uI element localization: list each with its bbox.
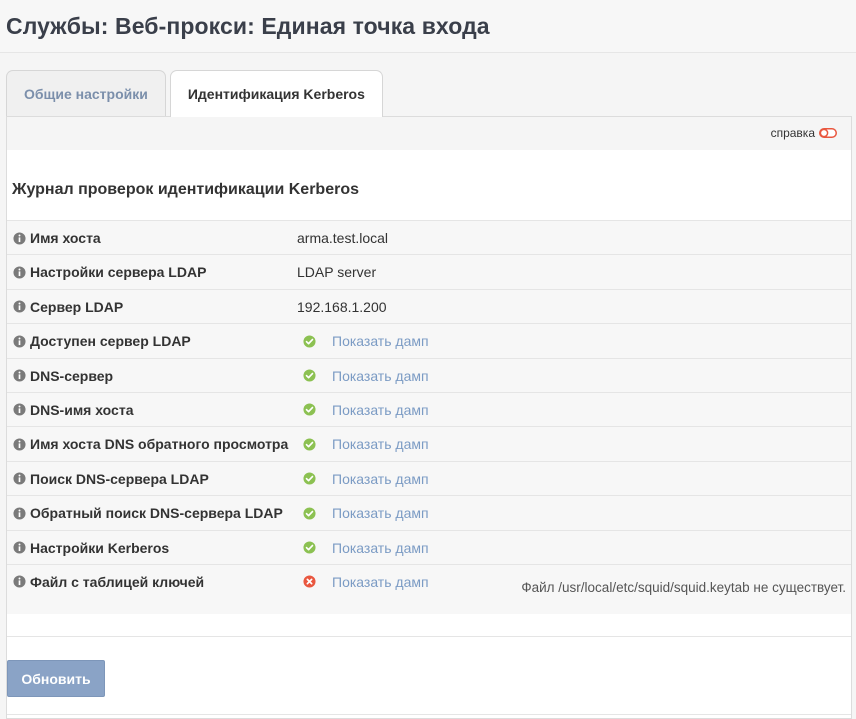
row-label: Настройки Kerberos [7, 531, 297, 556]
row-label: Обратный поиск DNS-сервера LDAP [7, 496, 297, 521]
row-status: Показать дамп [297, 531, 429, 556]
tab-bar: Общие настройки Идентификация Kerberos [6, 70, 383, 117]
help-label: справка [770, 126, 815, 140]
info-icon [13, 231, 26, 245]
divider [7, 636, 851, 637]
row-label: Настройки сервера LDAP [7, 255, 297, 280]
table-row: Обратный поиск DNS-сервера LDAP Показать … [7, 495, 851, 529]
row-value: LDAP server [297, 264, 377, 281]
table-row: DNS-сервер Показать дамп [7, 357, 851, 392]
check-circle-icon [303, 335, 316, 348]
divider [7, 714, 851, 715]
show-dump-link[interactable]: Показать дамп [332, 333, 429, 349]
tab-general-settings-label: Общие настройки [24, 85, 148, 102]
table-row: Поиск DNS-сервера LDAP Показать дамп [7, 460, 851, 495]
row-label: Файл с таблицей ключей [7, 565, 297, 590]
info-icon [13, 403, 26, 416]
info-icon [13, 438, 26, 451]
info-icon [13, 541, 26, 554]
row-status: Показать дамп [297, 427, 429, 452]
info-icon [13, 472, 26, 485]
row-label: Доступен сервер LDAP [7, 324, 297, 349]
show-dump-link[interactable]: Показать дамп [332, 402, 429, 418]
info-icon [13, 266, 26, 279]
row-label-text: DNS-имя хоста [30, 401, 134, 418]
info-icon [13, 300, 26, 313]
row-label-text: Сервер LDAP [30, 298, 124, 315]
error-circle-icon [303, 575, 316, 588]
row-label: Поиск DNS-сервера LDAP [7, 462, 297, 487]
row-status: Показать дамп [297, 496, 429, 521]
row-label-text: Файл с таблицей ключей [30, 573, 205, 590]
page-title: Службы: Веб-прокси: Единая точка входа [6, 12, 490, 39]
row-note: Файл /usr/local/etc/squid/squid.keytab н… [521, 579, 846, 595]
check-circle-icon [303, 541, 316, 554]
page-header: Службы: Веб-прокси: Единая точка входа [0, 0, 856, 53]
row-label: Имя хоста [7, 221, 297, 246]
tab-general-settings[interactable]: Общие настройки [6, 70, 166, 116]
table-row: Настройки сервера LDAP LDAP server [7, 254, 851, 288]
show-dump-link[interactable]: Показать дамп [332, 436, 429, 452]
check-circle-icon [303, 369, 316, 382]
tab-kerberos-identification-label: Идентификация Kerberos [187, 86, 365, 102]
info-icon [13, 575, 26, 588]
show-dump-link[interactable]: Показать дамп [332, 574, 429, 590]
table-row: Имя хоста DNS обратного просмотра Показат… [7, 426, 851, 460]
row-value: arma.test.local [297, 230, 389, 246]
row-status: Показать дамп [297, 565, 429, 590]
info-icon [13, 335, 26, 348]
check-table: Имя хоста arma.test.local Настройки сервер… [7, 220, 851, 614]
row-value: 192.168.1.200 [297, 298, 387, 315]
row-status: Показать дамп [297, 359, 429, 384]
content-panel: справка Журнал проверок идентификации Ke… [6, 116, 852, 719]
row-label-text: Имя хоста [30, 230, 101, 246]
info-icon [13, 369, 26, 382]
row-label-text: Настройки Kerberos [30, 539, 170, 556]
show-dump-link[interactable]: Показать дамп [332, 471, 429, 487]
row-label-text: Настройки сервера LDAP [30, 264, 207, 281]
row-label-text: Поиск DNS-сервера LDAP [30, 470, 209, 487]
info-icon [13, 507, 26, 520]
row-label: DNS-имя хоста [7, 393, 297, 418]
show-dump-link[interactable]: Показать дамп [332, 505, 429, 521]
check-circle-icon [303, 472, 316, 485]
row-label: Сервер LDAP [7, 290, 297, 315]
row-status: Показать дамп [297, 324, 429, 349]
row-label-text: Имя хоста DNS обратного просмотра [30, 436, 289, 453]
table-row: Файл с таблицей ключей Показать дамп Файл … [7, 563, 851, 614]
row-status: Показать дамп [297, 393, 429, 418]
refresh-button[interactable]: Обновить [7, 660, 105, 697]
table-row: DNS-имя хоста Показать дамп [7, 391, 851, 426]
toggle-off-icon [819, 128, 837, 138]
table-row: Сервер LDAP 192.168.1.200 [7, 288, 851, 323]
tab-kerberos-identification[interactable]: Идентификация Kerberos [169, 70, 383, 117]
table-row: Доступен сервер LDAP Показать дамп [7, 323, 851, 357]
check-circle-icon [303, 403, 316, 416]
section-title: Журнал проверок идентификации Kerberos [12, 181, 359, 198]
table-row: Настройки Kerberos Показать дамп [7, 529, 851, 564]
row-label-text: Доступен сервер LDAP [30, 333, 191, 350]
help-bar: справка [7, 117, 851, 150]
row-status: Показать дамп [297, 462, 429, 487]
row-label: DNS-сервер [7, 359, 297, 384]
row-label-text: DNS-сервер [30, 367, 114, 384]
check-circle-icon [303, 438, 316, 451]
check-circle-icon [303, 507, 316, 520]
help-toggle-link[interactable]: справка [771, 126, 837, 140]
row-label: Имя хоста DNS обратного просмотра [7, 427, 297, 452]
show-dump-link[interactable]: Показать дамп [332, 368, 429, 384]
row-label-text: Обратный поиск DNS-сервера LDAP [30, 505, 283, 522]
show-dump-link[interactable]: Показать дамп [332, 540, 429, 556]
table-row: Имя хоста arma.test.local [7, 220, 851, 254]
